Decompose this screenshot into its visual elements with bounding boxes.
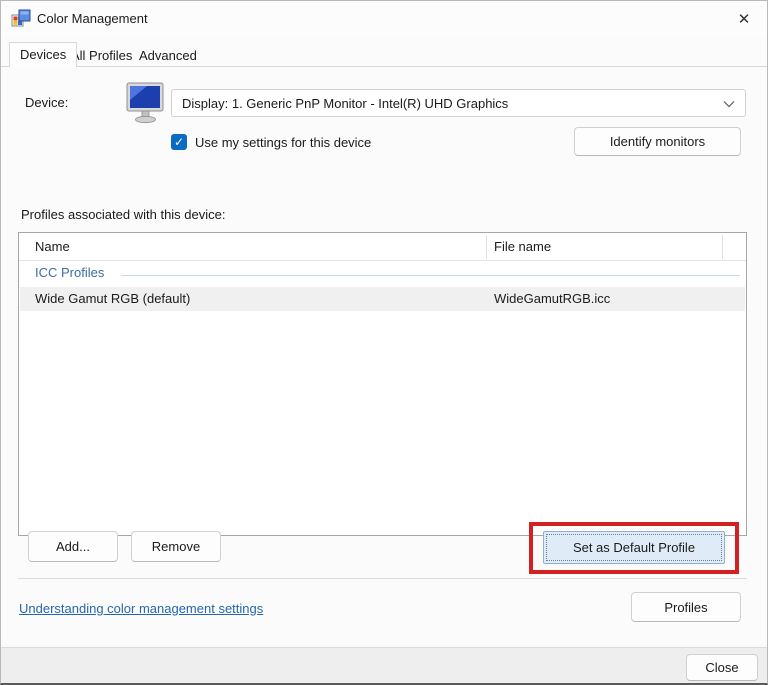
close-button[interactable]: Close [686,654,758,681]
profiles-section-label: Profiles associated with this device: [21,207,226,222]
use-my-settings-label: Use my settings for this device [195,135,372,150]
chevron-down-icon [723,101,735,108]
window-title: Color Management [37,11,148,26]
remove-button[interactable]: Remove [131,531,221,562]
use-my-settings-checkbox[interactable]: ✓ [171,134,187,150]
device-dropdown[interactable]: Display: 1. Generic PnP Monitor - Intel(… [171,89,746,117]
profile-file-cell: WideGamutRGB.icc [494,291,611,306]
title-bar: Color Management ✕ [1,1,767,37]
group-divider [121,275,740,276]
column-header-name[interactable]: Name [35,233,70,261]
device-label: Device: [25,95,69,110]
profiles-list: Name File name ICC Profiles Wide Gamut R… [18,232,747,536]
device-dropdown-value: Display: 1. Generic PnP Monitor - Intel(… [182,95,509,111]
section-divider [18,578,747,579]
add-button[interactable]: Add... [28,531,118,562]
dialog-footer: Close [1,647,767,683]
icc-profiles-group: ICC Profiles [19,263,746,285]
color-management-help-link[interactable]: Understanding color management settings [19,601,263,616]
column-separator[interactable] [722,235,723,259]
set-as-default-profile-button[interactable]: Set as Default Profile [543,531,725,564]
column-separator[interactable] [486,235,487,259]
list-header: Name File name [19,233,746,261]
identify-monitors-button[interactable]: Identify monitors [574,127,741,156]
monitor-icon [126,82,164,124]
tab-strip: Devices All Profiles Advanced [1,42,767,67]
profile-name-cell: Wide Gamut RGB (default) [35,291,191,306]
profile-row[interactable]: Wide Gamut RGB (default) WideGamutRGB.ic… [20,287,745,311]
profiles-button[interactable]: Profiles [631,592,741,622]
color-management-icon [11,9,31,27]
column-header-file-name[interactable]: File name [494,233,551,261]
tab-advanced[interactable]: Advanced [129,45,207,67]
icc-profiles-group-label: ICC Profiles [35,265,105,280]
tab-devices[interactable]: Devices [9,42,78,67]
close-icon[interactable]: ✕ [729,5,759,33]
color-management-dialog: Color Management ✕ Devices All Profiles … [0,0,768,685]
